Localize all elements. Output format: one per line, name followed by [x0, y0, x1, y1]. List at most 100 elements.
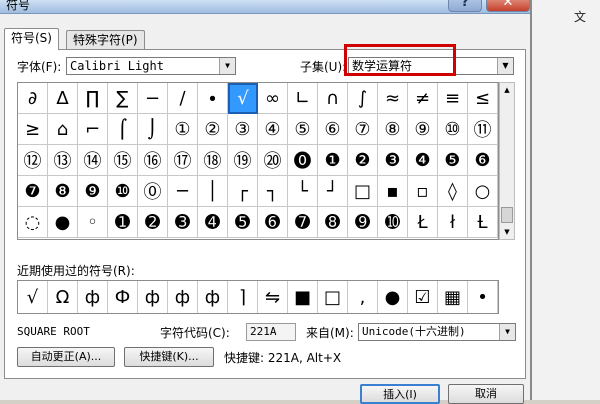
symbol-cell[interactable]: ➍: [198, 207, 228, 238]
shortcut-key-button[interactable]: 快捷键(K)...: [124, 347, 214, 367]
from-select[interactable]: Unicode(十六进制) ▼: [358, 323, 516, 341]
symbol-cell[interactable]: Ƚ: [468, 207, 498, 238]
grid-scrollbar[interactable]: ▲ ▼: [499, 82, 515, 240]
symbol-cell[interactable]: ⑩: [438, 114, 468, 145]
symbol-cell[interactable]: ③: [228, 114, 258, 145]
symbol-cell[interactable]: ⑭: [78, 145, 108, 176]
symbol-cell[interactable]: ⑤: [288, 114, 318, 145]
symbol-cell[interactable]: ⌂: [48, 114, 78, 145]
symbol-cell[interactable]: ❽: [48, 176, 78, 207]
symbol-cell[interactable]: ⑦: [348, 114, 378, 145]
symbol-cell[interactable]: ❷: [348, 145, 378, 176]
autocorrect-button[interactable]: 自动更正(A)...: [17, 347, 115, 367]
symbol-cell[interactable]: ∫: [348, 83, 378, 114]
recent-symbol-cell[interactable]: ,: [348, 281, 378, 313]
symbol-cell[interactable]: ❻: [468, 145, 498, 176]
chevron-down-icon[interactable]: ▼: [497, 58, 513, 74]
symbol-cell[interactable]: ➓: [378, 207, 408, 238]
symbol-cell[interactable]: ≥: [18, 114, 48, 145]
help-button[interactable]: ?: [448, 0, 482, 12]
symbol-cell[interactable]: ⌠: [108, 114, 138, 145]
symbol-cell[interactable]: ○: [468, 176, 498, 207]
symbol-cell[interactable]: ❹: [408, 145, 438, 176]
symbol-cell[interactable]: ⑪: [468, 114, 498, 145]
recent-symbol-cell[interactable]: □: [318, 281, 348, 313]
recent-symbol-cell[interactable]: •: [468, 281, 498, 313]
symbol-cell[interactable]: ①: [168, 114, 198, 145]
symbol-cell[interactable]: −: [138, 83, 168, 114]
font-select[interactable]: Calibri Light ▼: [66, 57, 236, 75]
symbol-cell[interactable]: ②: [198, 114, 228, 145]
symbol-cell[interactable]: ▪: [378, 176, 408, 207]
close-button[interactable]: ✕: [486, 0, 530, 12]
insert-button[interactable]: 插入(I): [360, 384, 440, 404]
symbol-cell[interactable]: ł: [438, 207, 468, 238]
symbol-cell[interactable]: ∩: [318, 83, 348, 114]
symbol-cell[interactable]: ◌: [18, 207, 48, 238]
symbol-cell[interactable]: ⓪: [138, 176, 168, 207]
recent-symbol-cell[interactable]: ⌉: [228, 281, 258, 313]
symbol-cell[interactable]: ┌: [228, 176, 258, 207]
symbol-cell[interactable]: ┘: [318, 176, 348, 207]
symbol-cell[interactable]: ∑: [108, 83, 138, 114]
char-code-input[interactable]: 221A: [246, 323, 296, 341]
recent-symbol-cell[interactable]: ⇋: [258, 281, 288, 313]
symbol-cell[interactable]: □: [348, 176, 378, 207]
symbol-cell[interactable]: ➑: [318, 207, 348, 238]
symbol-cell[interactable]: ∞: [258, 83, 288, 114]
recent-symbol-cell[interactable]: ф: [78, 281, 108, 313]
tab-special-chars[interactable]: 特殊字符(P): [66, 30, 145, 50]
symbol-cell[interactable]: ◦: [78, 207, 108, 238]
scroll-down-icon[interactable]: ▼: [500, 225, 514, 239]
symbol-cell[interactable]: ❶: [318, 145, 348, 176]
symbol-cell[interactable]: ➎: [228, 207, 258, 238]
symbol-cell[interactable]: ➒: [348, 207, 378, 238]
recent-symbol-cell[interactable]: ф: [168, 281, 198, 313]
symbol-cell[interactable]: ⑨: [408, 114, 438, 145]
symbol-cell[interactable]: └: [288, 176, 318, 207]
symbol-cell[interactable]: ⑯: [138, 145, 168, 176]
recent-symbol-cell[interactable]: ▦: [438, 281, 468, 313]
symbol-cell[interactable]: ⑧: [378, 114, 408, 145]
scroll-up-icon[interactable]: ▲: [500, 83, 514, 97]
symbol-cell[interactable]: ─: [168, 176, 198, 207]
symbol-cell[interactable]: ∕: [168, 83, 198, 114]
symbol-cell[interactable]: ≤: [468, 83, 498, 114]
symbol-cell[interactable]: ⑰: [168, 145, 198, 176]
symbol-cell[interactable]: ➊: [108, 207, 138, 238]
symbol-cell[interactable]: ④: [258, 114, 288, 145]
cancel-button[interactable]: 取消: [448, 384, 524, 404]
symbol-cell[interactable]: ∙: [198, 83, 228, 114]
symbol-cell[interactable]: ❸: [378, 145, 408, 176]
symbol-cell[interactable]: ▫: [408, 176, 438, 207]
symbol-cell[interactable]: ⑱: [198, 145, 228, 176]
symbol-cell[interactable]: ∂: [18, 83, 48, 114]
symbol-cell[interactable]: ∏: [78, 83, 108, 114]
recent-symbols[interactable]: √ Ωф Фф ф ф ⌉ ⇋ ■ □, ● ☑ ▦ •: [17, 280, 499, 314]
symbol-cell[interactable]: ❿: [108, 176, 138, 207]
symbol-cell[interactable]: ≡: [438, 83, 468, 114]
symbol-cell[interactable]: ●: [48, 207, 78, 238]
recent-symbol-cell[interactable]: ●: [378, 281, 408, 313]
symbol-cell[interactable]: ➋: [138, 207, 168, 238]
symbol-cell[interactable]: Ł: [408, 207, 438, 238]
symbol-cell[interactable]: ❼: [18, 176, 48, 207]
symbol-cell[interactable]: ⑫: [18, 145, 48, 176]
scroll-thumb[interactable]: [501, 207, 513, 223]
recent-symbol-cell[interactable]: ф: [198, 281, 228, 313]
symbol-cell[interactable]: │: [198, 176, 228, 207]
symbol-cell[interactable]: ┐: [258, 176, 288, 207]
tab-symbols[interactable]: 符号(S): [4, 28, 59, 50]
symbol-cell[interactable]: ⑲: [228, 145, 258, 176]
chevron-down-icon[interactable]: ▼: [499, 324, 515, 340]
recent-symbol-cell[interactable]: Ф: [108, 281, 138, 313]
symbol-cell[interactable]: ⌡: [138, 114, 168, 145]
recent-symbol-cell[interactable]: Ω: [48, 281, 78, 313]
recent-symbol-cell[interactable]: ф: [138, 281, 168, 313]
symbol-grid[interactable]: ∂ ∆ ∏ ∑ − ∕ ∙ √ ∞ ∟ ∩ ∫ ≈ ≠ ≡ ≤ ≥ ⌂ ⌐ ⌠ ⌡ ① ② ③ ④ ⑤ ⑥ ⑦ ⑧ ⑨ ⑩ ⑪ ⑫ ⑬ ⑭ ⑮ ⑯ ⑰ ⑱ ⑲…: [17, 82, 499, 240]
symbol-cell[interactable]: ➌: [168, 207, 198, 238]
symbol-cell[interactable]: ≠: [408, 83, 438, 114]
symbol-cell[interactable]: ⑬: [48, 145, 78, 176]
symbol-cell[interactable]: ∆: [48, 83, 78, 114]
symbol-cell[interactable]: ⑥: [318, 114, 348, 145]
